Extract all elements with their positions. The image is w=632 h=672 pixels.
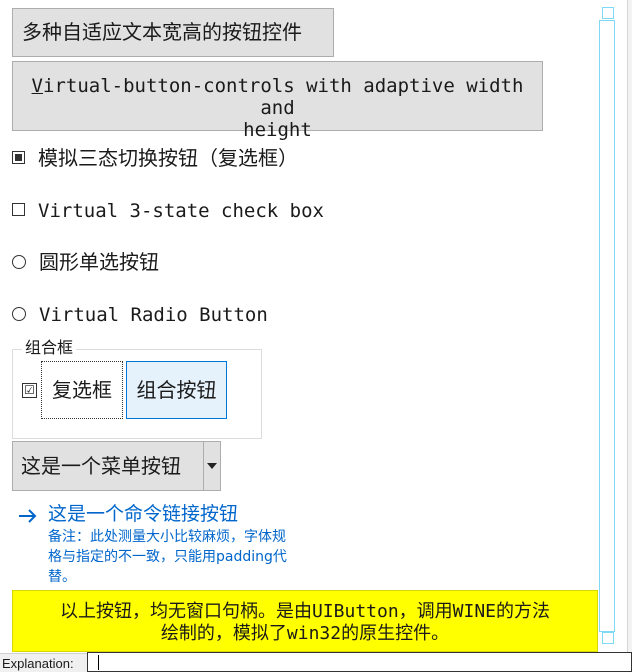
radio-unselected-icon — [12, 254, 26, 269]
menu-button-divider — [203, 442, 204, 490]
tristate-checkbox-en[interactable]: Virtual 3-state check box — [12, 198, 324, 224]
radio-en-label: Virtual Radio Button — [39, 304, 268, 326]
dropdown-arrow-icon[interactable] — [207, 463, 217, 469]
indeterminate-checkbox-icon — [12, 151, 25, 164]
text-caret — [98, 655, 99, 670]
checked-checkbox-icon[interactable]: ☑ — [22, 383, 37, 398]
adaptive-en-line1: Virtual-button-controls with adaptive wi… — [13, 75, 542, 119]
scrollbar-bottom-handle[interactable] — [602, 632, 614, 644]
mnemonic-letter: V — [31, 75, 43, 97]
yellow-note-line2: 绘制的，模拟了win32的原生控件。 — [160, 623, 450, 644]
radio-button-en[interactable]: Virtual Radio Button — [12, 302, 268, 328]
group-toggle-button[interactable]: 组合按钮 — [126, 361, 227, 419]
tristate-checkbox-cn[interactable]: 模拟三态切换按钮（复选框） — [12, 145, 298, 171]
command-link-title[interactable]: 这是一个命令链接按钮 — [48, 502, 238, 526]
tristate-cn-label: 模拟三态切换按钮（复选框） — [38, 146, 298, 170]
yellow-note-panel: 以上按钮，均无窗口句柄。是由UIButton，调用WINE的方法 绘制的，模拟了… — [12, 590, 598, 652]
group-checkbox-label[interactable]: 复选框 — [41, 361, 123, 419]
adaptive-en-line1-rest: irtual-button-controls with adaptive wid… — [43, 75, 524, 119]
adaptive-en-line2: height — [243, 119, 312, 141]
menu-button[interactable]: 这是一个菜单按钮 — [12, 441, 221, 491]
unchecked-checkbox-icon — [12, 203, 25, 216]
app-window: 多种自适应文本宽高的按钮控件 Virtual-button-controls w… — [0, 0, 632, 672]
radio-unselected-icon — [12, 306, 26, 321]
menu-button-label: 这是一个菜单按钮 — [21, 454, 181, 478]
adaptive-en-button[interactable]: Virtual-button-controls with adaptive wi… — [12, 61, 543, 141]
yellow-note-line1: 以上按钮，均无窗口句柄。是由UIButton，调用WINE的方法 — [59, 601, 551, 622]
adaptive-cn-button[interactable]: 多种自适应文本宽高的按钮控件 — [12, 8, 334, 57]
explanation-label: Explanation: — [2, 656, 74, 671]
radio-cn-label: 圆形单选按钮 — [39, 250, 159, 274]
command-link-note: 备注：此处测量大小比较麻烦，字体规格与指定的不一致，只能用padding代替。 — [48, 529, 287, 585]
tristate-en-label: Virtual 3-state check box — [38, 200, 324, 222]
vertical-scrollbar[interactable] — [599, 20, 615, 632]
window-scrollbar[interactable] — [627, 0, 632, 652]
explanation-input[interactable] — [87, 652, 632, 672]
arrow-right-icon — [19, 509, 37, 523]
radio-button-cn[interactable]: 圆形单选按钮 — [12, 249, 159, 275]
scrollbar-top-handle[interactable] — [602, 7, 614, 19]
group-box-legend: 组合框 — [22, 338, 77, 358]
